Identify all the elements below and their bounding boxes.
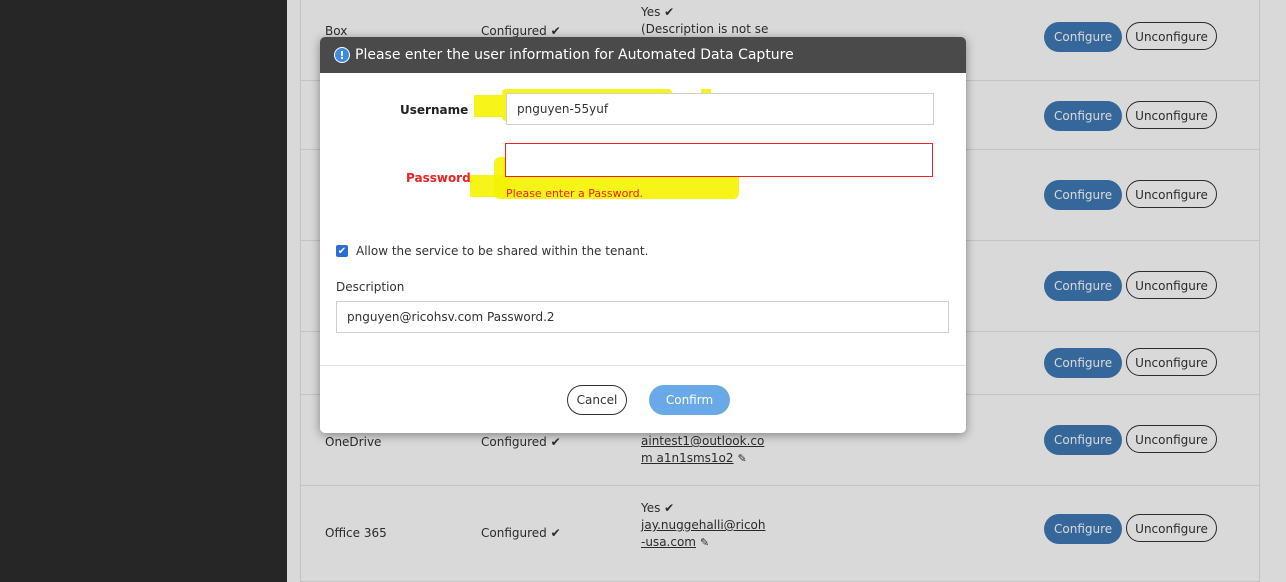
description-label: Description (336, 280, 405, 294)
confirm-button[interactable]: Confirm (649, 385, 730, 415)
username-input[interactable] (506, 93, 934, 125)
user-info-dialog: ! Please enter the user information for … (320, 37, 966, 433)
dialog-header: ! Please enter the user information for … (320, 37, 966, 73)
dialog-divider (320, 365, 966, 366)
info-icon: ! (334, 47, 350, 63)
password-label: Password (406, 171, 471, 185)
share-option[interactable]: ✔ Allow the service to be shared within … (336, 244, 648, 258)
password-input[interactable] (505, 143, 933, 177)
description-input[interactable] (336, 301, 949, 333)
dialog-title: Please enter the user information for Au… (355, 47, 794, 63)
share-checkbox[interactable]: ✔ (336, 245, 348, 257)
username-label: Username (400, 103, 469, 117)
sidebar (0, 0, 287, 582)
cancel-button[interactable]: Cancel (567, 385, 627, 415)
highlight-mark (474, 95, 502, 117)
password-error: Please enter a Password. (506, 187, 644, 200)
share-checkbox-label[interactable]: Allow the service to be shared within th… (356, 244, 648, 258)
